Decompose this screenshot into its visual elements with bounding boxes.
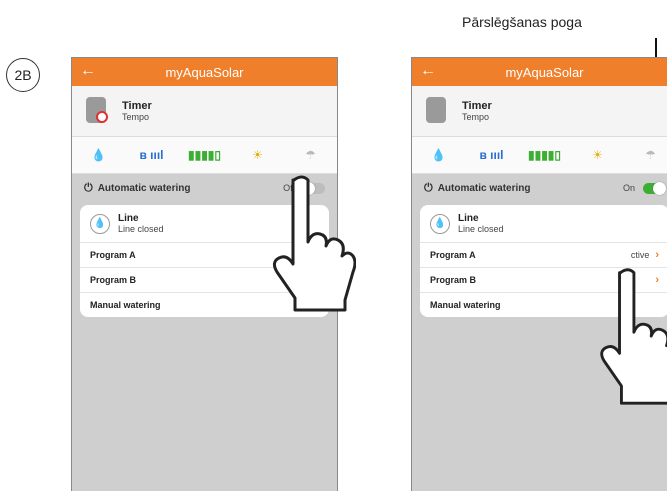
program-a-value: ctive	[630, 250, 650, 260]
line-status: Line closed	[458, 224, 504, 234]
timer-device-icon	[422, 95, 450, 127]
line-row[interactable]: 💧 Line Line closed	[420, 205, 667, 243]
chevron-right-icon: ›	[655, 249, 659, 261]
battery-icon: ▮▮▮▮▯	[187, 148, 222, 162]
automatic-watering-row: ⏻ Automatic watering On	[412, 174, 667, 202]
water-drop-icon: 💧	[431, 148, 446, 162]
automatic-watering-state: On	[622, 183, 635, 193]
power-clock-icon: ⏻	[424, 181, 433, 194]
status-bar: 💧 ʙ ıııl ▮▮▮▮▯ ☀ ☂	[72, 137, 337, 174]
sun-icon: ☀	[592, 148, 603, 162]
program-b-label: Program B	[430, 275, 477, 285]
automatic-watering-toggle[interactable]	[643, 181, 666, 195]
device-name: Timer	[122, 100, 152, 112]
water-drop-icon: 💧	[91, 148, 106, 162]
status-bar: 💧 ʙ ıııl ▮▮▮▮▯ ☀ ☂	[412, 137, 667, 174]
sun-icon: ☀	[252, 148, 263, 162]
program-a-label: Program A	[90, 250, 136, 260]
back-arrow-icon[interactable]: ←	[420, 62, 436, 80]
device-header: Timer Tempo	[72, 86, 337, 137]
app-title: myAquaSolar	[505, 64, 584, 80]
pointing-hand-icon	[600, 268, 667, 405]
line-drop-icon: 💧	[90, 213, 110, 234]
device-subtitle: Tempo	[462, 112, 490, 122]
app-title: myAquaSolar	[165, 64, 244, 80]
pointing-hand-icon	[272, 175, 356, 312]
step-badge: 2B	[6, 58, 40, 92]
power-clock-icon: ⏻	[84, 181, 93, 194]
device-name: Timer	[462, 100, 492, 112]
program-a-label: Program A	[430, 250, 476, 260]
app-bar: ← myAquaSolar	[72, 58, 337, 86]
bluetooth-signal-icon: ʙ ıııl	[139, 148, 164, 162]
line-status: Line closed	[118, 224, 164, 234]
device-header: Timer Tempo	[412, 86, 667, 137]
device-subtitle: Tempo	[122, 112, 150, 122]
manual-watering-label: Manual watering	[430, 300, 501, 310]
bluetooth-signal-icon: ʙ ıııl	[479, 148, 504, 162]
line-drop-icon: 💧	[430, 213, 450, 234]
app-bar: ← myAquaSolar	[412, 58, 667, 86]
umbrella-icon: ☂	[305, 148, 316, 162]
umbrella-icon: ☂	[645, 148, 656, 162]
back-arrow-icon[interactable]: ←	[80, 62, 96, 80]
program-b-label: Program B	[90, 275, 137, 285]
battery-icon: ▮▮▮▮▯	[527, 148, 562, 162]
automatic-watering-label: Automatic watering	[97, 182, 191, 194]
line-name: Line	[118, 213, 139, 224]
timer-device-icon	[82, 95, 110, 127]
line-name: Line	[458, 213, 479, 224]
manual-watering-label: Manual watering	[90, 300, 161, 310]
automatic-watering-label: Automatic watering	[437, 182, 531, 194]
callout-label: Pārslēgšanas poga	[462, 14, 582, 30]
